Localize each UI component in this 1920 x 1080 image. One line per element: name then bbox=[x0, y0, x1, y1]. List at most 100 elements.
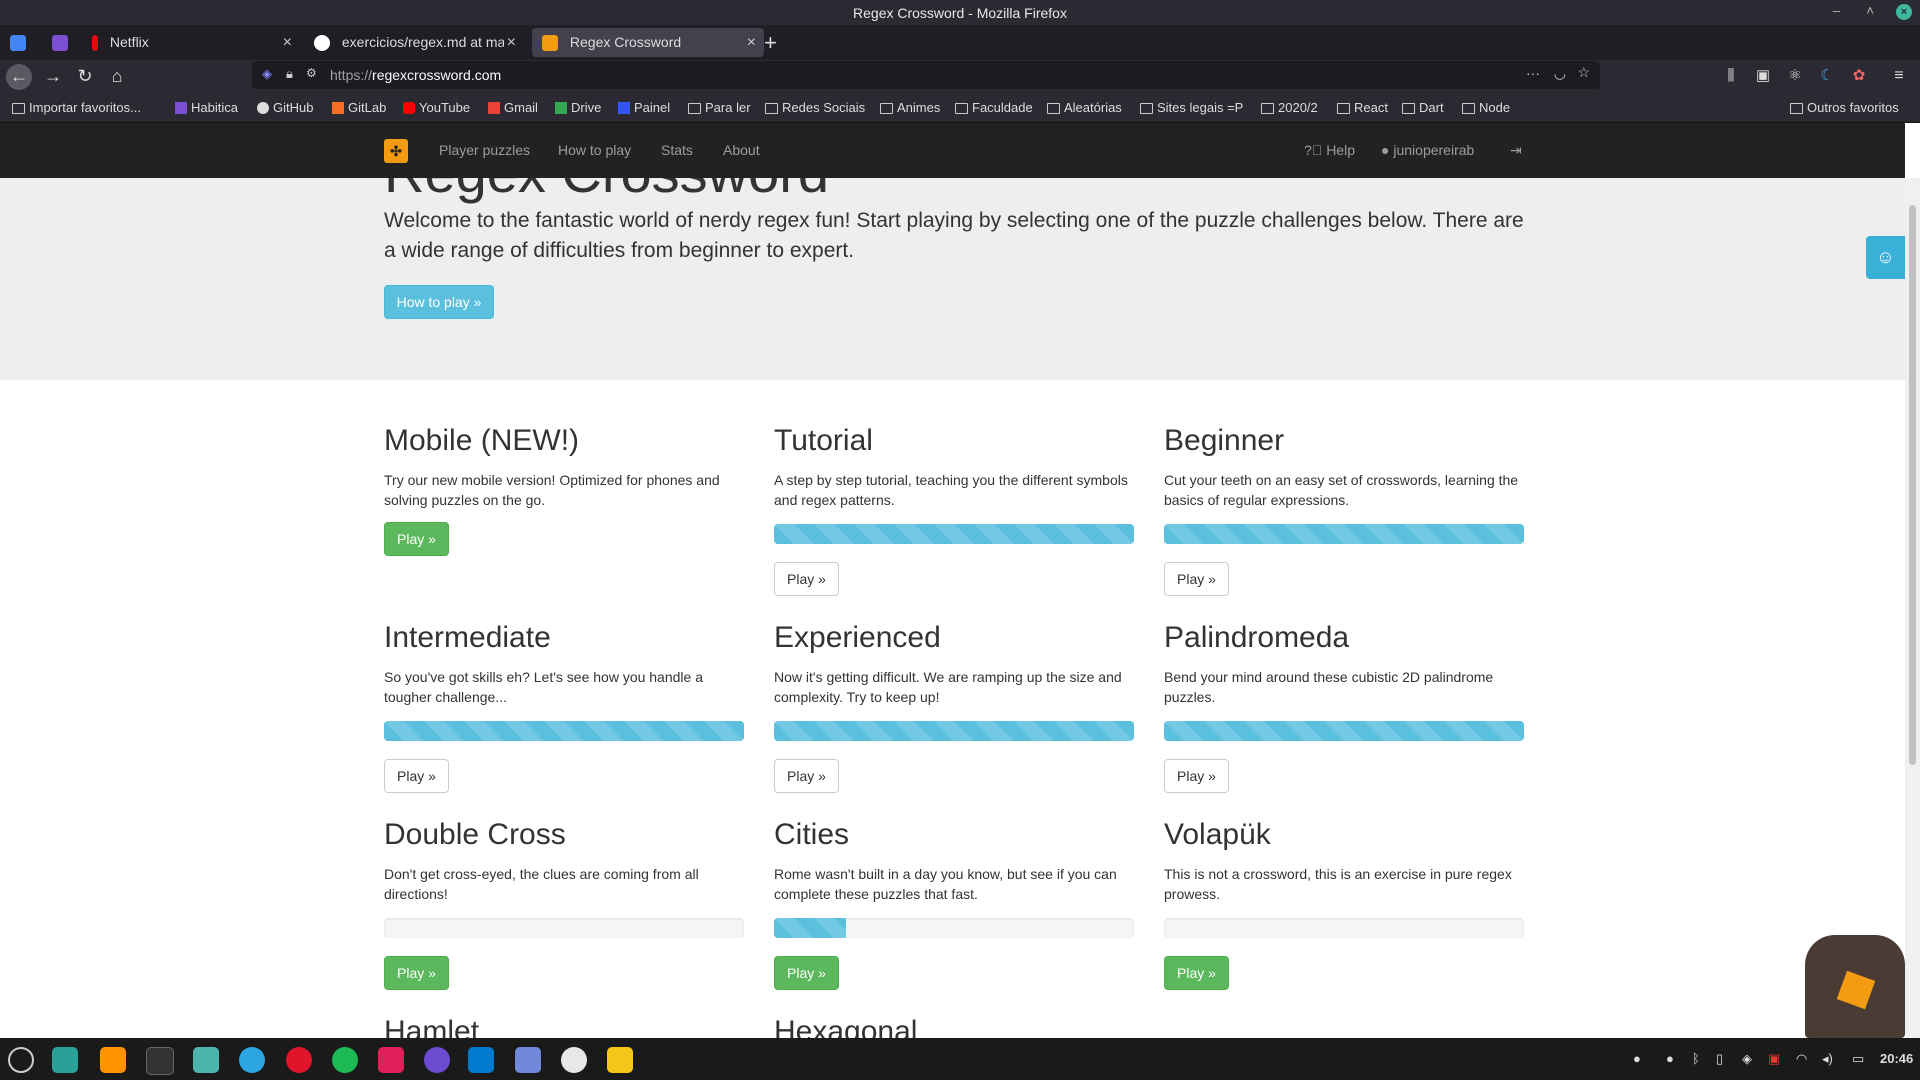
bookmark-habitica[interactable]: Habitica bbox=[175, 100, 238, 115]
back-button[interactable]: ← bbox=[6, 64, 32, 90]
dark-mode-icon[interactable]: ☾ bbox=[1814, 64, 1840, 90]
shield-tray-icon[interactable]: ◈ bbox=[1742, 1051, 1752, 1067]
puzzle-card-cities: Cities Rome wasn't built in a day you kn… bbox=[774, 818, 1134, 990]
terminal-icon[interactable] bbox=[146, 1047, 174, 1075]
pocket-icon[interactable]: ◡ bbox=[1554, 65, 1566, 82]
spotify-icon[interactable] bbox=[332, 1047, 358, 1073]
folder-icon[interactable] bbox=[193, 1047, 219, 1073]
shield-icon[interactable]: ◈ bbox=[262, 66, 272, 82]
nav-about[interactable]: About bbox=[723, 142, 760, 158]
new-tab-button[interactable]: + bbox=[764, 28, 784, 57]
files-icon[interactable] bbox=[52, 1047, 78, 1073]
play-button[interactable]: Play » bbox=[774, 956, 839, 990]
minimize-icon[interactable]: – bbox=[1833, 3, 1840, 18]
eclipse-icon[interactable] bbox=[424, 1047, 450, 1073]
wifi-icon[interactable]: ◠ bbox=[1796, 1051, 1807, 1067]
telegram-icon[interactable] bbox=[239, 1047, 265, 1073]
bookmark-drive[interactable]: Drive bbox=[555, 100, 601, 115]
lock-icon[interactable]: 🔒︎ bbox=[286, 66, 293, 82]
nav-how-to-play[interactable]: How to play bbox=[558, 142, 631, 158]
app-icon[interactable] bbox=[561, 1047, 587, 1073]
telegram-tray-icon[interactable]: ● bbox=[1666, 1051, 1674, 1066]
bookmark-folder[interactable]: Aleatórias bbox=[1047, 100, 1122, 115]
bookmark-folder[interactable]: React bbox=[1337, 100, 1388, 115]
bookmark-folder[interactable]: Sites legais =P bbox=[1140, 100, 1243, 115]
youtube-icon bbox=[403, 102, 415, 114]
page-actions-icon[interactable]: ··· bbox=[1526, 65, 1540, 81]
how-to-play-button[interactable]: How to play » bbox=[384, 285, 494, 319]
start-menu-icon[interactable] bbox=[8, 1047, 34, 1073]
clipboard-icon[interactable]: ▯ bbox=[1716, 1051, 1723, 1067]
bookmark-folder[interactable]: Dart bbox=[1402, 100, 1444, 115]
bookmark-folder[interactable]: Node bbox=[1462, 100, 1510, 115]
tshirt-promo-image[interactable] bbox=[1805, 935, 1905, 1038]
extension-icon[interactable]: ⚛ bbox=[1782, 64, 1808, 90]
bitwarden-icon[interactable] bbox=[607, 1047, 633, 1073]
discord-icon[interactable] bbox=[515, 1047, 541, 1073]
play-button[interactable]: Play » bbox=[384, 956, 449, 990]
tab-github[interactable]: exercicios/regex.md at mas × bbox=[314, 28, 524, 57]
menu-icon[interactable]: ≡ bbox=[1886, 64, 1912, 90]
bookmark-gitlab[interactable]: GitLab bbox=[332, 100, 386, 115]
play-button[interactable]: Play » bbox=[774, 759, 839, 793]
bookmark-github[interactable]: GitHub bbox=[257, 100, 313, 115]
play-button[interactable]: Play » bbox=[774, 562, 839, 596]
pinned-tab-calendar[interactable] bbox=[10, 28, 32, 57]
bookmark-painel[interactable]: Painel bbox=[618, 100, 670, 115]
bookmark-folder[interactable]: Redes Sociais bbox=[765, 100, 865, 115]
bookmark-other[interactable]: Outros favoritos bbox=[1790, 100, 1899, 115]
maximize-icon[interactable]: ˄ bbox=[1866, 3, 1874, 18]
logout-icon[interactable]: ⇥ bbox=[1510, 142, 1522, 159]
nav-stats[interactable]: Stats bbox=[661, 142, 693, 158]
progress-bar bbox=[774, 918, 1134, 938]
puzzle-description: A step by step tutorial, teaching you th… bbox=[774, 472, 1128, 508]
bookmark-folder[interactable]: Animes bbox=[880, 100, 940, 115]
scrollbar-thumb[interactable] bbox=[1909, 205, 1916, 765]
bookmark-youtube[interactable]: YouTube bbox=[403, 100, 470, 115]
close-tab-icon[interactable]: × bbox=[747, 28, 756, 57]
discord-tray-icon[interactable]: ● bbox=[1633, 1051, 1641, 1066]
opera-icon[interactable] bbox=[286, 1047, 312, 1073]
nav-user[interactable]: ● juniopereirab bbox=[1381, 142, 1474, 158]
home-button[interactable]: ⌂ bbox=[104, 64, 130, 90]
netflix-icon bbox=[92, 35, 98, 52]
bookmark-gmail[interactable]: Gmail bbox=[488, 100, 538, 115]
bookmark-import[interactable]: Importar favoritos... bbox=[12, 100, 141, 115]
volume-icon[interactable]: ◂) bbox=[1822, 1051, 1833, 1067]
url-bar[interactable]: ◈ 🔒︎ ⚙ https://regexcrossword.com ··· ◡ … bbox=[252, 61, 1600, 89]
color-extension-icon[interactable]: ✿ bbox=[1846, 64, 1872, 90]
slack-icon[interactable] bbox=[378, 1047, 404, 1073]
language-flag-icon[interactable]: ▣ bbox=[1768, 1051, 1780, 1067]
play-button[interactable]: Play » bbox=[1164, 956, 1229, 990]
bluetooth-icon[interactable]: ᛒ bbox=[1692, 1051, 1700, 1066]
battery-icon[interactable]: ▭ bbox=[1852, 1051, 1864, 1067]
play-button[interactable]: Play » bbox=[1164, 759, 1229, 793]
forward-button[interactable]: → bbox=[40, 64, 66, 90]
close-tab-icon[interactable]: × bbox=[283, 28, 292, 57]
close-window-icon[interactable]: × bbox=[1896, 4, 1912, 20]
url-text[interactable]: https://regexcrossword.com bbox=[330, 67, 501, 83]
bookmark-folder[interactable]: 2020/2 bbox=[1261, 100, 1318, 115]
play-button[interactable]: Play » bbox=[384, 522, 449, 556]
tab-regex-crossword[interactable]: Regex Crossword × bbox=[532, 28, 764, 57]
bookmark-folder[interactable]: Para ler bbox=[688, 100, 751, 115]
reload-button[interactable]: ↻ bbox=[72, 64, 98, 90]
clock[interactable]: 20:46 bbox=[1880, 1051, 1913, 1066]
pinned-tab-habitica[interactable] bbox=[52, 28, 74, 57]
bookmark-star-icon[interactable]: ☆ bbox=[1577, 64, 1590, 81]
puzzle-title: Hexagonal bbox=[774, 1015, 918, 1038]
library-icon[interactable]: ⫼ bbox=[1718, 64, 1744, 90]
nav-help[interactable]: ?⃝ Help bbox=[1304, 142, 1355, 158]
play-button[interactable]: Play » bbox=[1164, 562, 1229, 596]
close-tab-icon[interactable]: × bbox=[503, 28, 516, 57]
chat-widget-button[interactable]: ☺ bbox=[1866, 236, 1905, 279]
nav-player-puzzles[interactable]: Player puzzles bbox=[439, 142, 530, 158]
tab-netflix[interactable]: Netflix × bbox=[92, 28, 300, 57]
sidebar-icon[interactable]: ▣ bbox=[1750, 64, 1776, 90]
regex-crossword-logo[interactable]: ✣ bbox=[384, 139, 408, 163]
bookmark-folder[interactable]: Faculdade bbox=[955, 100, 1033, 115]
permissions-icon[interactable]: ⚙ bbox=[306, 66, 317, 80]
play-button[interactable]: Play » bbox=[384, 759, 449, 793]
firefox-icon[interactable] bbox=[100, 1047, 126, 1073]
vscode-icon[interactable] bbox=[468, 1047, 494, 1073]
